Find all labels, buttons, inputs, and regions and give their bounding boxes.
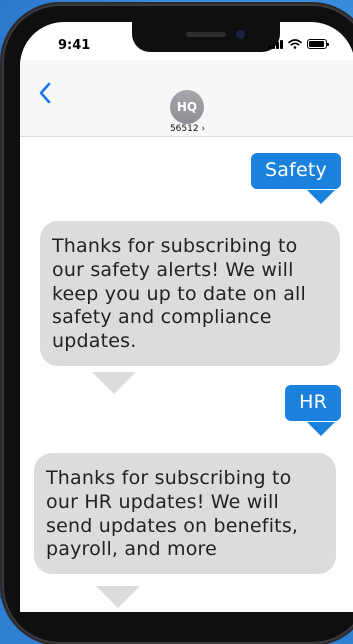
message-bubble-outgoing: HR [285,385,341,421]
signal-icon [268,39,283,49]
status-time: 9:41 [58,38,91,53]
bubble-tail [307,190,335,204]
back-chevron-icon[interactable] [38,82,52,104]
contact-avatar[interactable]: HQ [170,90,204,124]
bubble-tail [307,422,335,436]
phone-screen: 9:41 HQ 56512 › Safety Thanks for subscr… [20,22,353,612]
wifi-icon [288,39,302,49]
conversation-header: HQ 56512 › [20,60,353,137]
front-camera [236,30,245,39]
speaker [186,32,226,37]
message-thread: Safety Thanks for subscribing to our saf… [20,137,353,612]
message-bubble-outgoing: Safety [251,153,341,189]
status-icons [268,39,329,49]
message-bubble-incoming: Thanks for subscribing to our HR updates… [34,453,336,574]
contact-number[interactable]: 56512 › [20,124,353,134]
bubble-tail [96,586,140,608]
message-bubble-incoming: Thanks for subscribing to our safety ale… [40,221,340,366]
phone-frame: 9:41 HQ 56512 › Safety Thanks for subscr… [2,4,353,644]
battery-icon [307,39,329,49]
bubble-tail [92,372,136,394]
notch [132,22,280,52]
